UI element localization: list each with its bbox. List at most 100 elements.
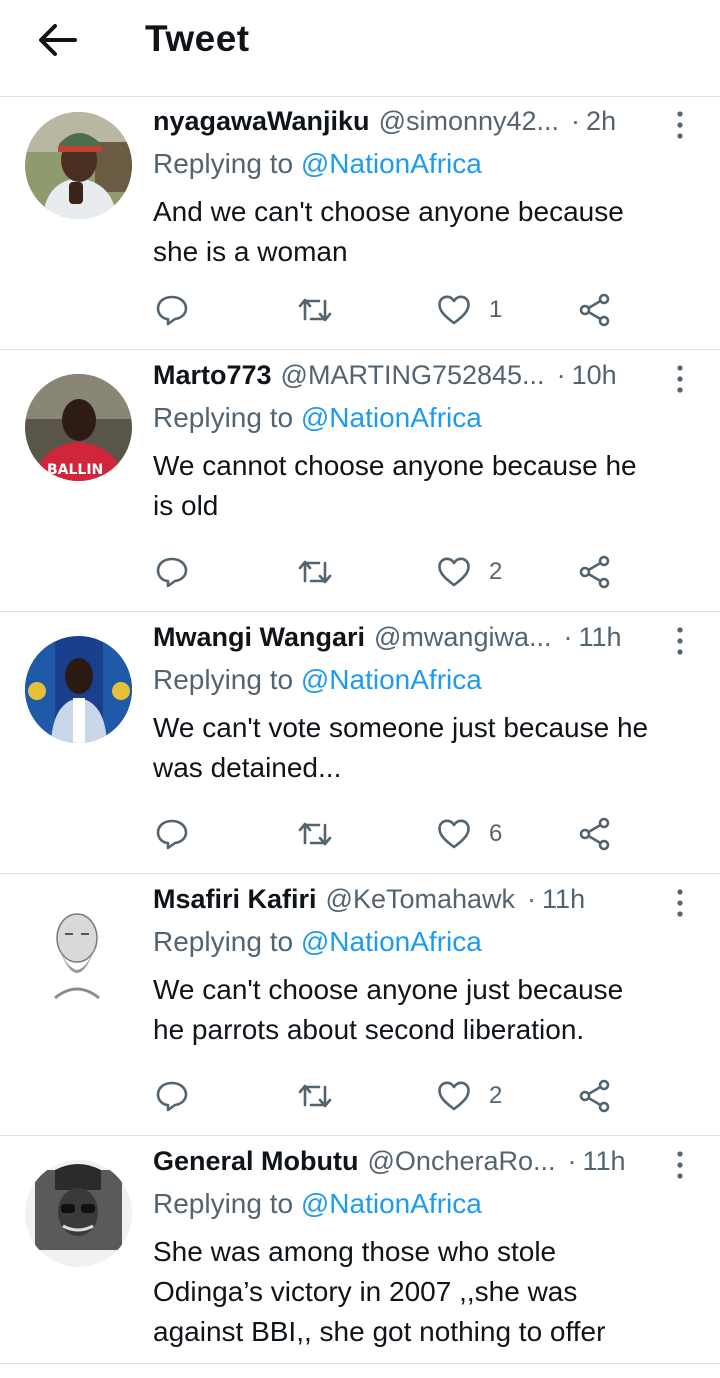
author-handle[interactable]: @OncheraRo... <box>368 1146 556 1177</box>
share-icon <box>579 555 610 589</box>
like-button[interactable]: 6 <box>437 810 502 858</box>
avatar[interactable] <box>25 898 132 1005</box>
timestamp[interactable]: 11h <box>542 884 585 915</box>
tweet-text-line: he parrots about second liberation. <box>153 1014 585 1045</box>
reply-icon <box>156 557 188 588</box>
tweet-text: She was among those who stole Odinga’s v… <box>153 1232 698 1352</box>
tweet-text-line: We cannot choose anyone because he <box>153 450 637 481</box>
more-options-button[interactable] <box>672 1150 688 1180</box>
separator-dot: · <box>571 106 581 136</box>
reply-button[interactable] <box>155 810 189 858</box>
like-button[interactable]: 2 <box>437 1072 502 1120</box>
author-handle[interactable]: @simonny42... <box>379 106 559 137</box>
like-button[interactable]: 1 <box>437 286 502 334</box>
mention-link[interactable]: @NationAfrica <box>301 926 482 957</box>
retweet-icon <box>298 822 332 846</box>
replying-to: Replying to @NationAfrica <box>153 148 482 180</box>
reply-icon <box>156 1081 188 1112</box>
more-options-button[interactable] <box>672 364 688 394</box>
back-button[interactable] <box>32 18 82 62</box>
avatar[interactable] <box>25 636 132 743</box>
tweet-text-line: she is a woman <box>153 236 348 267</box>
like-count: 1 <box>489 296 503 323</box>
tweet-text: And we can't choose anyone because she i… <box>153 192 698 272</box>
avatar[interactable] <box>25 1160 132 1267</box>
tweet-meta: Msafiri Kafiri @KeTomahawk · 11h <box>153 884 660 915</box>
like-button[interactable]: 2 <box>437 548 502 596</box>
share-icon <box>579 293 610 327</box>
retweet-button[interactable] <box>297 1072 333 1120</box>
author-name[interactable]: nyagawaWanjiku <box>153 106 370 137</box>
vertical-dots-icon <box>677 627 683 655</box>
tweet-reply[interactable]: Mwangi Wangari @mwangiwa... · 11h Replyi… <box>0 612 720 874</box>
tweet-text-line: She was among those who stole <box>153 1236 557 1267</box>
tweet-text-line: is old <box>153 490 219 521</box>
tweet-actions: 2 <box>0 1072 720 1120</box>
retweet-button[interactable] <box>297 286 333 334</box>
tweet-reply[interactable]: Msafiri Kafiri @KeTomahawk · 11h Replyin… <box>0 874 720 1136</box>
mention-link[interactable]: @NationAfrica <box>301 1188 482 1219</box>
reply-button[interactable] <box>155 286 189 334</box>
heart-icon <box>438 557 470 587</box>
share-button[interactable] <box>578 548 612 596</box>
mention-link[interactable]: @NationAfrica <box>301 402 482 433</box>
replying-to-label: Replying to <box>153 148 294 179</box>
tweet-text: We cannot choose anyone because he is ol… <box>153 446 698 526</box>
author-name[interactable]: General Mobutu <box>153 1146 359 1177</box>
replying-to-label: Replying to <box>153 1188 294 1219</box>
author-handle[interactable]: @MARTING752845... <box>281 360 545 391</box>
timestamp[interactable]: 11h <box>578 622 621 653</box>
replying-to: Replying to @NationAfrica <box>153 664 482 696</box>
share-button[interactable] <box>578 810 612 858</box>
mention-link[interactable]: @NationAfrica <box>301 148 482 179</box>
author-name[interactable]: Marto773 <box>153 360 272 391</box>
more-options-button[interactable] <box>672 110 688 140</box>
author-handle[interactable]: @mwangiwa... <box>374 622 551 653</box>
tweet-text: We can't choose anyone just because he p… <box>153 970 698 1050</box>
vertical-dots-icon <box>677 111 683 139</box>
retweet-button[interactable] <box>297 810 333 858</box>
vertical-dots-icon <box>677 365 683 393</box>
reply-icon <box>156 295 188 326</box>
svg-text:BALLIN: BALLIN <box>47 462 103 478</box>
tweet-meta: General Mobutu @OncheraRo... · 11h <box>153 1146 660 1177</box>
replying-to: Replying to @NationAfrica <box>153 1188 482 1220</box>
more-options-button[interactable] <box>672 888 688 918</box>
tweet-reply[interactable]: nyagawaWanjiku @simonny42... · 2h Replyi… <box>0 96 720 350</box>
replying-to-label: Replying to <box>153 664 294 695</box>
timestamp[interactable]: 2h <box>586 106 616 137</box>
tweet-actions: 6 <box>0 810 720 858</box>
tweet-reply[interactable]: BALLIN Marto773 @MARTING752845... · 10h … <box>0 350 720 612</box>
author-name[interactable]: Msafiri Kafiri <box>153 884 317 915</box>
retweet-button[interactable] <box>297 548 333 596</box>
tweet-actions: 1 <box>0 286 720 334</box>
share-button[interactable] <box>578 286 612 334</box>
reply-button[interactable] <box>155 548 189 596</box>
timestamp[interactable]: 10h <box>572 360 617 391</box>
avatar[interactable] <box>25 112 132 219</box>
author-name[interactable]: Mwangi Wangari <box>153 622 365 653</box>
retweet-icon <box>298 298 332 322</box>
separator-dot: · <box>556 360 566 390</box>
replying-to: Replying to @NationAfrica <box>153 402 482 434</box>
replying-to: Replying to @NationAfrica <box>153 926 482 958</box>
tweet-text: We can't vote someone just because he wa… <box>153 708 698 788</box>
mention-link[interactable]: @NationAfrica <box>301 664 482 695</box>
tweet-text-line: We can't choose anyone just because <box>153 974 624 1005</box>
share-button[interactable] <box>578 1072 612 1120</box>
author-handle[interactable]: @KeTomahawk <box>326 884 516 915</box>
retweet-icon <box>298 1084 332 1108</box>
top-app-bar: Tweet <box>0 0 720 97</box>
timestamp[interactable]: 11h <box>583 1146 626 1177</box>
reply-button[interactable] <box>155 1072 189 1120</box>
arrow-left-icon <box>39 24 77 56</box>
like-count: 6 <box>489 820 503 847</box>
separator-dot: · <box>563 622 573 652</box>
tweet-meta: Mwangi Wangari @mwangiwa... · 11h <box>153 622 660 653</box>
more-options-button[interactable] <box>672 626 688 656</box>
tweet-text-line: And we can't choose anyone because <box>153 196 624 227</box>
heart-icon <box>438 295 470 325</box>
tweet-text-line: against BBI,, she got nothing to offer <box>153 1316 606 1347</box>
avatar[interactable]: BALLIN <box>25 374 132 481</box>
tweet-reply[interactable]: General Mobutu @OncheraRo... · 11h Reply… <box>0 1136 720 1364</box>
